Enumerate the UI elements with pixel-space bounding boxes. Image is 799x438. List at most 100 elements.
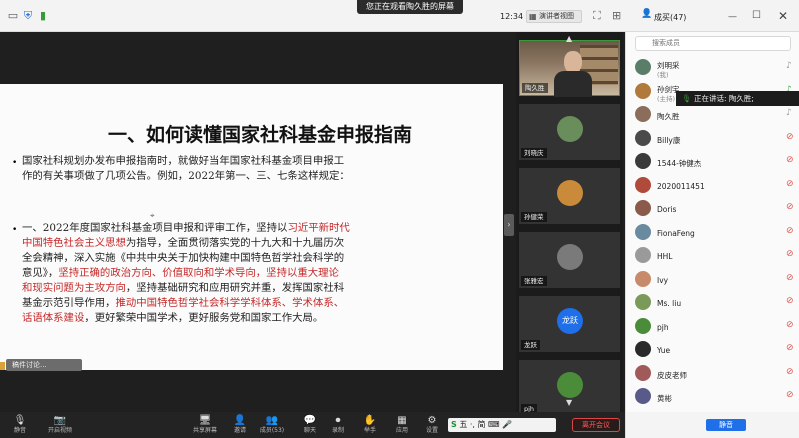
mic-muted-icon[interactable]: ⊘ bbox=[786, 367, 794, 377]
collapse-strip-handle[interactable]: › bbox=[504, 214, 514, 236]
video-tile[interactable]: 龙跃 龙跃 bbox=[519, 296, 620, 352]
avatar bbox=[635, 153, 651, 169]
participant-name: 1544-钟健杰 bbox=[657, 159, 702, 168]
members-icon: 👥 bbox=[265, 415, 279, 426]
highlighted-text: 中国特色社会主义思想 bbox=[22, 237, 126, 249]
participant-row[interactable]: 1544-钟健杰 ⊘ bbox=[626, 150, 799, 174]
mic-muted-icon[interactable]: ⊘ bbox=[786, 155, 794, 165]
video-tile[interactable]: pjh bbox=[519, 360, 620, 416]
avatar bbox=[557, 180, 583, 206]
participant-row[interactable]: pjh ⊘ bbox=[626, 315, 799, 339]
participant-row[interactable]: 2020011451 ⊘ bbox=[626, 174, 799, 198]
avatar bbox=[635, 129, 651, 146]
slide-title: 一、如何读懂国家社科基金申报指南 bbox=[107, 124, 412, 146]
maximize-icon[interactable]: ☐ bbox=[752, 10, 761, 21]
participant-name: Ms. liu bbox=[657, 299, 682, 308]
mic-muted-icon[interactable]: ⊘ bbox=[786, 179, 794, 189]
view-toggle-label: 演讲者视图 bbox=[539, 12, 574, 20]
mic-muted-icon[interactable]: ⊘ bbox=[786, 132, 794, 142]
ime-toolbar[interactable]: S 五 ·, 简 ⌨ 🎤 bbox=[448, 418, 556, 432]
participant-row[interactable]: Billy康 ⊘ bbox=[626, 127, 799, 151]
members-button[interactable]: 👥 成员(53) bbox=[252, 414, 292, 438]
mic-muted-icon[interactable]: ⊘ bbox=[786, 226, 794, 236]
highlighted-text: 和现实问题为主攻方向 bbox=[22, 282, 126, 294]
search-input[interactable] bbox=[635, 36, 791, 51]
minimize-window-icon[interactable]: ▭ bbox=[7, 10, 19, 22]
top-bar: ▭ ⛨ ▮ 您正在观看陶久胜的屏幕 12:34 ▦ 演讲者视图 ⛶ ⊞ 👤 成买… bbox=[0, 0, 799, 32]
minimize-icon[interactable]: — bbox=[728, 12, 737, 22]
view-toggle-button[interactable]: ▦ 演讲者视图 bbox=[526, 10, 582, 23]
participant-row[interactable]: 皮皮老师 ⊘ bbox=[626, 362, 799, 386]
bullet-icon: • bbox=[12, 158, 18, 168]
mute-all-button[interactable]: 静音 bbox=[706, 419, 746, 431]
participant-role: (主持) bbox=[657, 94, 676, 103]
mic-icon[interactable]: ♪ bbox=[786, 108, 792, 118]
speaker-face bbox=[564, 51, 582, 73]
participant-name: Billy康 bbox=[657, 135, 681, 145]
bullet-icon: • bbox=[12, 225, 18, 235]
pin-icon[interactable]: ⊞ bbox=[612, 9, 621, 22]
mic-muted-icon[interactable]: ⊘ bbox=[786, 202, 794, 212]
share-screen-button[interactable]: 🖥 共享屏幕 bbox=[185, 414, 225, 438]
video-tile[interactable]: 陶久胜 bbox=[519, 40, 620, 97]
participant-name: pjh bbox=[657, 322, 669, 332]
text-run: ，坚持基础研究和应用研究并重，发挥国家社科 bbox=[125, 282, 345, 294]
avatar bbox=[635, 270, 651, 287]
mic-muted-icon[interactable]: ⊘ bbox=[786, 296, 794, 306]
mic-muted-icon[interactable]: ⊘ bbox=[786, 343, 794, 353]
leave-meeting-button[interactable]: 离开会议 bbox=[572, 418, 620, 432]
speaker-body bbox=[554, 71, 592, 97]
participant-row[interactable]: Doris ⊘ bbox=[626, 197, 799, 221]
participant-row[interactable]: Ivy ⊘ bbox=[626, 268, 799, 292]
chevron-down-icon[interactable]: ▼ bbox=[566, 398, 572, 407]
slide-paragraph-2: 一、2022年度国家社科基金项目申报和评审工作，坚持以习近平新时代 中国特色社会主… bbox=[22, 221, 350, 326]
chevron-up-icon[interactable]: ▲ bbox=[566, 34, 572, 43]
annotation-tag[interactable]: 稿件讨论... bbox=[6, 359, 82, 371]
annotation-marker bbox=[0, 362, 5, 370]
mic-icon: 🎙 bbox=[13, 415, 27, 426]
participant-row[interactable]: Yue ⊘ bbox=[626, 338, 799, 362]
participants-panel: ⌕ 刘明采(我)♪孙剑宇(主持)♪陶久胜♪Billy康⊘1544-钟健杰⊘202… bbox=[625, 32, 799, 412]
mic-icon[interactable]: ♪ bbox=[786, 61, 792, 71]
camera-button[interactable]: 📷 开启视频 bbox=[40, 414, 80, 438]
participant-row[interactable]: 陶久胜 ♪ bbox=[626, 103, 799, 127]
settings-icon: ⚙ bbox=[427, 415, 437, 426]
highlighted-text: 话语体系建设 bbox=[22, 312, 85, 324]
mic-muted-icon[interactable]: ⊘ bbox=[786, 273, 794, 283]
ime-text: 五 ·, 简 ⌨ 🎤 bbox=[459, 420, 513, 429]
avatar bbox=[635, 388, 651, 404]
video-tile[interactable]: 刘晓庆 bbox=[519, 104, 620, 160]
share-screen-icon: 🖥 bbox=[198, 415, 212, 426]
settings-button[interactable]: ⚙ 设置 bbox=[412, 414, 452, 438]
shield-icon[interactable]: ⛨ bbox=[22, 10, 34, 22]
avatar bbox=[635, 82, 651, 99]
fullscreen-icon[interactable]: ⛶ bbox=[593, 9, 601, 23]
meeting-clock: 12:34 bbox=[500, 12, 524, 21]
speaking-indicator: 🎙 正在讲话: 陶久胜; bbox=[676, 91, 799, 106]
mic-button[interactable]: 🎙 静音 bbox=[0, 414, 40, 438]
close-icon[interactable]: ✕ bbox=[778, 9, 788, 23]
avatar bbox=[635, 364, 651, 381]
participant-row[interactable]: HHL ⊘ bbox=[626, 244, 799, 268]
participant-row[interactable]: Ms. liu ⊘ bbox=[626, 291, 799, 315]
mic-muted-icon[interactable]: ⊘ bbox=[786, 249, 794, 259]
participant-name: 2020011451 bbox=[657, 181, 705, 191]
highlighted-text: 坚持正确的政治方向、价值取向和学术导向，坚持以重大理论 bbox=[58, 267, 339, 279]
mic-muted-icon[interactable]: ⊘ bbox=[786, 320, 794, 330]
avatar bbox=[635, 341, 651, 357]
avatar bbox=[557, 372, 583, 398]
mic-muted-icon[interactable]: ⊘ bbox=[786, 390, 794, 400]
participant-row[interactable]: 刘明采 (我) ♪ bbox=[626, 56, 799, 80]
participant-role: (我) bbox=[657, 71, 669, 79]
text-run: 为指导，全面贯彻落实党的十九大和十九届历次 bbox=[125, 237, 345, 249]
shared-screen-slide: 一、如何读懂国家社科基金申报指南 • 国家社科规划办发布申报指南时，就做好当年国… bbox=[0, 84, 503, 370]
participant-row[interactable]: FionaFeng ⊘ bbox=[626, 221, 799, 245]
toolbar-label: 共享屏幕 bbox=[192, 427, 217, 434]
signal-icon[interactable]: ▮ bbox=[37, 10, 49, 22]
meeting-window: ▭ ⛨ ▮ 您正在观看陶久胜的屏幕 12:34 ▦ 演讲者视图 ⛶ ⊞ 👤 成买… bbox=[0, 0, 799, 438]
participant-name: FionaFeng bbox=[657, 228, 695, 238]
participant-row[interactable]: 黄彬 ⊘ bbox=[626, 385, 799, 409]
video-tile[interactable]: 张雅宏 bbox=[519, 232, 620, 288]
video-tile[interactable]: 孙健荣 bbox=[519, 168, 620, 224]
paragraph-line: 国家社科规划办发布申报指南时，就做好当年国家社科基金项目申报工 bbox=[22, 155, 345, 167]
